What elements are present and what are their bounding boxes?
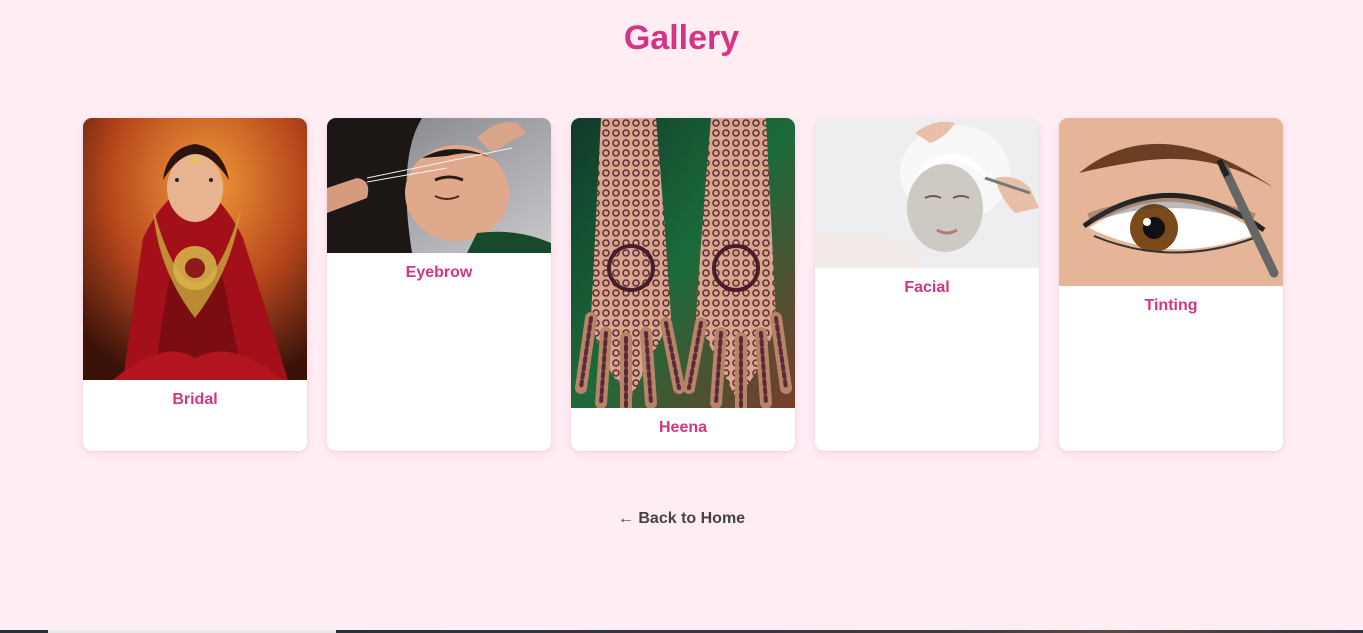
card-label-facial: Facial bbox=[904, 279, 950, 296]
facial-mask-photo bbox=[815, 118, 1039, 268]
card-label-tinting: Tinting bbox=[1144, 297, 1198, 314]
gallery-card-heena[interactable]: Heena bbox=[571, 118, 795, 451]
henna-hands-photo bbox=[571, 118, 795, 408]
gallery-card-facial[interactable]: Facial bbox=[815, 118, 1039, 451]
gallery-grid: Bridal Eyebrow Heena Facial Tinting bbox=[83, 118, 1283, 451]
gallery-page: Gallery Bridal Eyebrow Heena Facial Tint… bbox=[0, 0, 1363, 633]
eyebrow-tinting-photo bbox=[1059, 118, 1283, 286]
gallery-card-bridal[interactable]: Bridal bbox=[83, 118, 307, 451]
back-to-home-link[interactable]: ← Back to Home bbox=[0, 509, 1363, 529]
gallery-card-eyebrow[interactable]: Eyebrow bbox=[327, 118, 551, 451]
bridal-photo bbox=[83, 118, 307, 380]
eyebrow-threading-photo bbox=[327, 118, 551, 253]
card-label-eyebrow: Eyebrow bbox=[405, 264, 473, 281]
gallery-card-tinting[interactable]: Tinting bbox=[1059, 118, 1283, 451]
back-to-home-label[interactable]: ← Back to Home bbox=[618, 510, 745, 527]
card-label-heena: Heena bbox=[658, 419, 708, 436]
page-title: Gallery bbox=[623, 19, 740, 57]
card-label-bridal: Bridal bbox=[172, 391, 218, 408]
